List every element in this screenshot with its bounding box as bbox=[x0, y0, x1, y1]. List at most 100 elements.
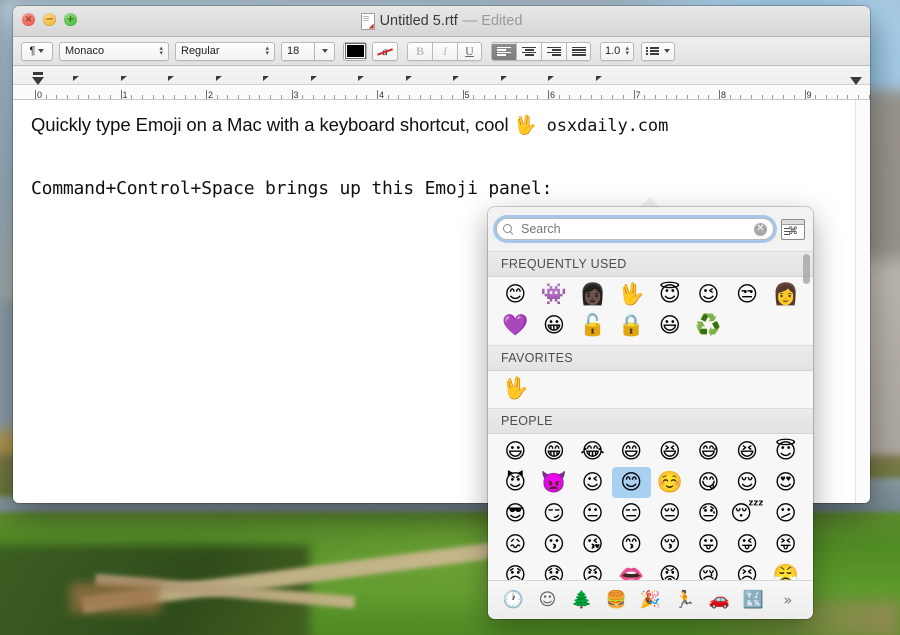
emoji-cell[interactable]: 🔓 bbox=[573, 310, 612, 341]
clear-search-icon[interactable]: ✕ bbox=[754, 223, 767, 236]
emoji-cell[interactable]: 🖖 bbox=[612, 279, 651, 310]
emoji-cell[interactable]: 😐 bbox=[573, 498, 612, 529]
emoji-cell[interactable]: 😗 bbox=[535, 529, 574, 560]
align-justify-button[interactable] bbox=[566, 42, 591, 61]
emoji-cell[interactable]: 😊 bbox=[612, 467, 651, 498]
tab-stop-marker[interactable] bbox=[453, 76, 459, 86]
emoji-cell[interactable]: 😢 bbox=[689, 560, 728, 581]
emoji-cell[interactable]: 👾 bbox=[535, 279, 574, 310]
text-color-remove-button[interactable]: a bbox=[372, 42, 398, 61]
emoji-cell[interactable]: 😠 bbox=[573, 560, 612, 581]
category-symbols-icon[interactable]: 🔣 bbox=[741, 588, 765, 612]
emoji-cell[interactable]: ☺️ bbox=[651, 467, 690, 498]
window-titlebar[interactable]: × − + Untitled 5.rtf — Edited bbox=[13, 6, 870, 37]
font-size-dropdown[interactable] bbox=[314, 42, 335, 61]
document-text-area[interactable]: Quickly type Emoji on a Mac with a keybo… bbox=[13, 100, 870, 199]
emoji-cell[interactable]: 😒 bbox=[728, 279, 767, 310]
emoji-cell[interactable]: 😜 bbox=[728, 529, 767, 560]
emoji-cell[interactable]: 😁 bbox=[535, 436, 574, 467]
emoji-cell[interactable]: 😡 bbox=[651, 560, 690, 581]
emoji-cell[interactable]: 😋 bbox=[689, 467, 728, 498]
italic-button[interactable]: I bbox=[432, 42, 457, 61]
tab-stop-marker[interactable] bbox=[596, 76, 602, 86]
emoji-cell[interactable]: 😤 bbox=[766, 560, 805, 581]
emoji-cell[interactable]: 😀 bbox=[535, 310, 574, 341]
emoji-cell[interactable]: 👄 bbox=[612, 560, 651, 581]
emoji-cell[interactable]: 😘 bbox=[573, 529, 612, 560]
tab-stop-marker[interactable] bbox=[73, 76, 79, 86]
align-left-button[interactable] bbox=[491, 42, 516, 61]
right-indent-marker[interactable] bbox=[850, 77, 862, 85]
tab-stop-marker[interactable] bbox=[121, 76, 127, 86]
emoji-cell[interactable]: 😉 bbox=[689, 279, 728, 310]
tab-stop-marker[interactable] bbox=[311, 76, 317, 86]
tab-stop-marker[interactable] bbox=[501, 76, 507, 86]
category-food-drink-icon[interactable]: 🍔 bbox=[604, 588, 628, 612]
ruler[interactable]: 0123456789 bbox=[13, 66, 870, 100]
emoji-cell[interactable]: 😍 bbox=[766, 467, 805, 498]
category-smileys-people-icon[interactable]: ☺ bbox=[535, 588, 559, 612]
emoji-cell[interactable]: 😊 bbox=[496, 279, 535, 310]
emoji-cell[interactable]: 👿 bbox=[535, 467, 574, 498]
emoji-cell[interactable]: 😅 bbox=[689, 436, 728, 467]
tab-stop-marker[interactable] bbox=[168, 76, 174, 86]
emoji-cell[interactable]: 😝 bbox=[766, 529, 805, 560]
align-center-button[interactable] bbox=[516, 42, 541, 61]
bold-button[interactable]: B bbox=[407, 42, 432, 61]
first-line-indent-marker[interactable] bbox=[33, 72, 43, 75]
font-family-select[interactable]: Monaco ▴▾ bbox=[59, 42, 169, 61]
emoji-cell[interactable]: 😓 bbox=[689, 498, 728, 529]
emoji-cell[interactable]: 👩🏿 bbox=[573, 279, 612, 310]
tab-stop-marker[interactable] bbox=[358, 76, 364, 86]
category-more-icon[interactable]: » bbox=[776, 588, 800, 612]
emoji-cell[interactable]: 😈 bbox=[496, 467, 535, 498]
category-recent-icon[interactable]: 🕐 bbox=[501, 588, 525, 612]
tab-stop-marker[interactable] bbox=[263, 76, 269, 86]
category-celebration-icon[interactable]: 🎉 bbox=[638, 588, 662, 612]
paragraph-style-button[interactable]: ¶ bbox=[21, 42, 53, 61]
emoji-cell[interactable]: 😏 bbox=[535, 498, 574, 529]
emoji-cell[interactable]: 😂 bbox=[573, 436, 612, 467]
category-travel-places-icon[interactable]: 🚗 bbox=[707, 588, 731, 612]
text-color-swatch[interactable] bbox=[343, 42, 367, 61]
search-input[interactable] bbox=[519, 221, 749, 237]
emoji-cell[interactable]: ♻️ bbox=[689, 310, 728, 341]
tab-stop-marker[interactable] bbox=[216, 76, 222, 86]
emoji-cell[interactable]: 😟 bbox=[535, 560, 574, 581]
emoji-cell[interactable]: 😖 bbox=[496, 529, 535, 560]
emoji-cell[interactable]: 😛 bbox=[689, 529, 728, 560]
emoji-cell[interactable]: 😑 bbox=[612, 498, 651, 529]
emoji-cell[interactable]: 😕 bbox=[766, 498, 805, 529]
font-size-input[interactable]: 18 bbox=[281, 42, 315, 61]
list-style-button[interactable] bbox=[641, 42, 675, 61]
font-style-select[interactable]: Regular ▴▾ bbox=[175, 42, 275, 61]
emoji-cell[interactable]: 😇 bbox=[651, 279, 690, 310]
emoji-cell[interactable]: 😙 bbox=[612, 529, 651, 560]
emoji-cell[interactable]: 😴 bbox=[728, 498, 767, 529]
emoji-cell[interactable]: 😆 bbox=[651, 436, 690, 467]
emoji-cell[interactable]: 😆 bbox=[728, 436, 767, 467]
align-right-button[interactable] bbox=[541, 42, 566, 61]
category-activity-icon[interactable]: 🏃 bbox=[673, 588, 697, 612]
emoji-cell[interactable]: 😌 bbox=[728, 467, 767, 498]
category-nature-icon[interactable]: 🌲 bbox=[570, 588, 594, 612]
emoji-cell[interactable]: 🖖 bbox=[496, 373, 535, 404]
left-indent-marker[interactable] bbox=[32, 77, 44, 85]
emoji-cell[interactable]: 😄 bbox=[612, 436, 651, 467]
emoji-cell[interactable]: 😔 bbox=[651, 498, 690, 529]
emoji-scroll-area[interactable]: FREQUENTLY USED😊👾👩🏿🖖😇😉😒👩💜😀🔓🔒😃♻️FAVORITES… bbox=[488, 251, 813, 581]
emoji-cell[interactable]: 🔒 bbox=[612, 310, 651, 341]
emoji-cell[interactable]: 😎 bbox=[496, 498, 535, 529]
emoji-cell[interactable]: 😣 bbox=[728, 560, 767, 581]
underline-button[interactable]: U bbox=[457, 42, 482, 61]
tab-stop-marker[interactable] bbox=[548, 76, 554, 86]
line-spacing-select[interactable]: 1.0 ▴▾ bbox=[600, 42, 634, 61]
emoji-cell[interactable]: 😉 bbox=[573, 467, 612, 498]
emoji-cell[interactable]: 💜 bbox=[496, 310, 535, 341]
emoji-cell[interactable]: 😃 bbox=[496, 436, 535, 467]
character-viewer-button[interactable]: ⌘ bbox=[781, 219, 805, 240]
emoji-panel-scrollbar[interactable] bbox=[803, 254, 810, 284]
tab-stop-marker[interactable] bbox=[406, 76, 412, 86]
emoji-cell[interactable]: 😃 bbox=[651, 310, 690, 341]
emoji-cell[interactable]: 😇 bbox=[766, 436, 805, 467]
